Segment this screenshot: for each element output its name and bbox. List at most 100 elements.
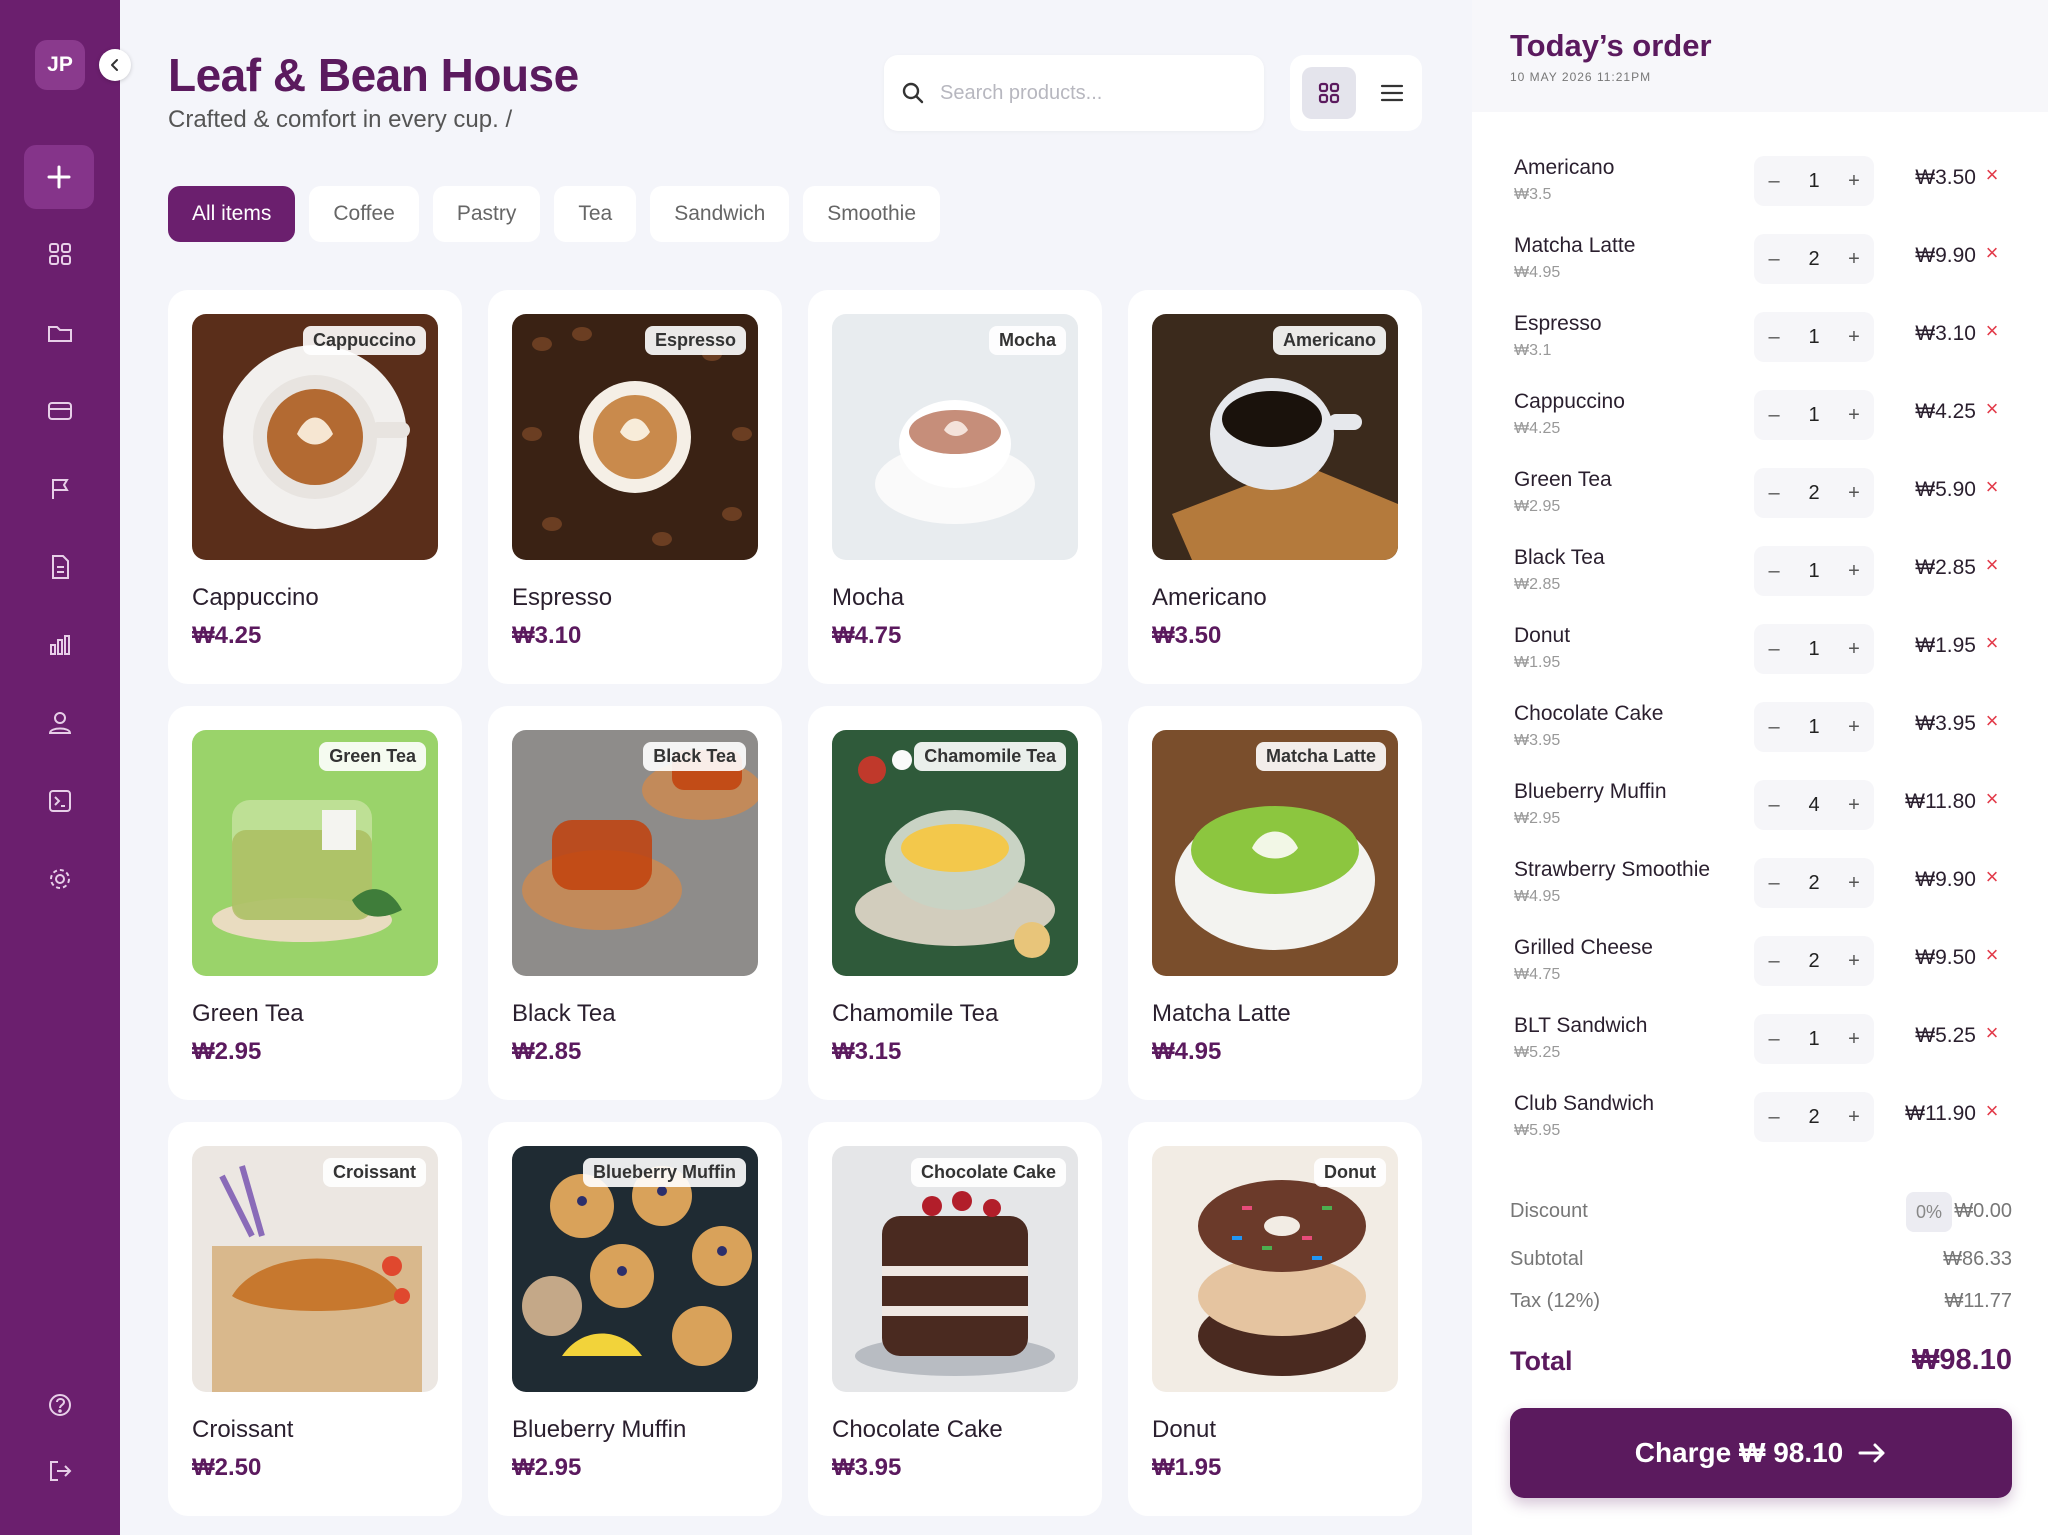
product-card[interactable]: Green Tea Green Tea ₩2.95: [168, 706, 462, 1100]
search-box[interactable]: [884, 55, 1264, 131]
nav-dashboard[interactable]: [40, 234, 80, 274]
order-item-total: ₩1.95: [1915, 634, 1976, 657]
decrease-quantity-button[interactable]: –: [1754, 1092, 1794, 1142]
product-name: Matcha Latte: [1152, 1000, 1291, 1027]
quantity-value: 4: [1808, 793, 1820, 816]
order-item-total: ₩4.25: [1915, 400, 1976, 423]
nav-help[interactable]: [40, 1385, 80, 1425]
remove-item-icon[interactable]: ×: [1980, 474, 2004, 500]
order-item-total: ₩3.50: [1915, 166, 1976, 189]
increase-quantity-button[interactable]: +: [1834, 858, 1874, 908]
tab-sandwich[interactable]: Sandwich: [650, 186, 790, 242]
product-name: Cappuccino: [192, 584, 319, 611]
product-card[interactable]: Donut Donut ₩1.95: [1128, 1122, 1422, 1516]
product-card[interactable]: Chamomile Tea Chamomile Tea ₩3.15: [808, 706, 1102, 1100]
increase-quantity-button[interactable]: +: [1834, 312, 1874, 362]
nav-reports[interactable]: [40, 469, 80, 509]
grid-icon: [49, 243, 71, 265]
nav-logout[interactable]: [40, 1451, 80, 1491]
nav-folders[interactable]: [40, 313, 80, 353]
remove-item-icon[interactable]: ×: [1980, 1098, 2004, 1124]
collapse-sidebar-button[interactable]: [99, 49, 131, 81]
quantity-value: 2: [1808, 247, 1820, 270]
decrease-quantity-button[interactable]: –: [1754, 390, 1794, 440]
remove-item-icon[interactable]: ×: [1980, 630, 2004, 656]
increase-quantity-button[interactable]: +: [1834, 468, 1874, 518]
increase-quantity-button[interactable]: +: [1834, 156, 1874, 206]
tab-coffee[interactable]: Coffee: [309, 186, 419, 242]
decrease-quantity-button[interactable]: –: [1754, 1014, 1794, 1064]
increase-quantity-button[interactable]: +: [1834, 234, 1874, 284]
nav-payments[interactable]: [40, 391, 80, 431]
decrease-quantity-button[interactable]: –: [1754, 936, 1794, 986]
decrease-quantity-button[interactable]: –: [1754, 702, 1794, 752]
decrease-quantity-button[interactable]: –: [1754, 624, 1794, 674]
increase-quantity-button[interactable]: +: [1834, 702, 1874, 752]
tab-all-items[interactable]: All items: [168, 186, 296, 242]
product-grid: Cappuccino Cappuccino ₩4.25 Espresso Espress…: [168, 290, 1424, 1516]
increase-quantity-button[interactable]: +: [1834, 1092, 1874, 1142]
increase-quantity-button[interactable]: +: [1834, 1014, 1874, 1064]
order-item-row: Strawberry Smoothie ₩4.95 –2 + ₩9.90 ×: [1514, 852, 2014, 930]
decrease-quantity-button[interactable]: –: [1754, 312, 1794, 362]
product-name: Mocha: [832, 584, 905, 611]
product-card[interactable]: Matcha Latte Matcha Latte ₩4.95: [1128, 706, 1422, 1100]
increase-quantity-button[interactable]: +: [1834, 780, 1874, 830]
order-item-row: Club Sandwich ₩5.95 –2 + ₩11.90 ×: [1514, 1086, 2014, 1164]
nav-documents[interactable]: [40, 547, 80, 587]
remove-item-icon[interactable]: ×: [1980, 552, 2004, 578]
remove-item-icon[interactable]: ×: [1980, 396, 2004, 422]
charge-button[interactable]: Charge ₩ 98.10: [1510, 1408, 2012, 1498]
product-card[interactable]: Blueberry Muffin Blueberry Muffin ₩2.95: [488, 1122, 782, 1516]
quantity-value: 2: [1808, 949, 1820, 972]
category-tabs: All items Coffee Pastry Tea Sandwich Smoothie: [168, 186, 941, 242]
remove-item-icon[interactable]: ×: [1980, 240, 2004, 266]
product-badge: Chocolate Cake: [910, 1158, 1066, 1187]
remove-item-icon[interactable]: ×: [1980, 786, 2004, 812]
decrease-quantity-button[interactable]: –: [1754, 234, 1794, 284]
decrease-quantity-button[interactable]: –: [1754, 468, 1794, 518]
page-subtitle: Crafted & comfort in every cup. /: [168, 106, 513, 133]
product-card[interactable]: Croissant Croissant ₩2.50: [168, 1122, 462, 1516]
remove-item-icon[interactable]: ×: [1980, 708, 2004, 734]
search-input[interactable]: [940, 81, 1240, 105]
nav-terminal[interactable]: [40, 781, 80, 821]
avatar[interactable]: JP: [35, 40, 85, 90]
quantity-stepper: –2 +: [1754, 1092, 1874, 1142]
product-card[interactable]: Americano Americano ₩3.50: [1128, 290, 1422, 684]
tab-smoothie[interactable]: Smoothie: [803, 186, 941, 242]
nav-customers[interactable]: [40, 703, 80, 743]
product-card[interactable]: Mocha Mocha ₩4.75: [808, 290, 1102, 684]
quantity-stepper: –4 +: [1754, 780, 1874, 830]
increase-quantity-button[interactable]: +: [1834, 624, 1874, 674]
subtotal-label: Subtotal: [1510, 1248, 1584, 1270]
product-name: Chocolate Cake: [832, 1416, 1003, 1443]
remove-item-icon[interactable]: ×: [1980, 318, 2004, 344]
decrease-quantity-button[interactable]: –: [1754, 156, 1794, 206]
list-view-button[interactable]: [1366, 67, 1418, 119]
remove-item-icon[interactable]: ×: [1980, 1020, 2004, 1046]
nav-analytics[interactable]: [40, 625, 80, 665]
discount-percent[interactable]: 0%: [1906, 1192, 1952, 1232]
increase-quantity-button[interactable]: +: [1834, 546, 1874, 596]
product-card[interactable]: Black Tea Black Tea ₩2.85: [488, 706, 782, 1100]
grid-view-button[interactable]: [1302, 67, 1356, 119]
discount-label: Discount: [1510, 1200, 1588, 1222]
decrease-quantity-button[interactable]: –: [1754, 858, 1794, 908]
product-card[interactable]: Cappuccino Cappuccino ₩4.25: [168, 290, 462, 684]
decrease-quantity-button[interactable]: –: [1754, 780, 1794, 830]
add-button[interactable]: [24, 145, 94, 209]
remove-item-icon[interactable]: ×: [1980, 162, 2004, 188]
product-card[interactable]: Espresso Espresso ₩3.10: [488, 290, 782, 684]
tab-tea[interactable]: Tea: [554, 186, 637, 242]
remove-item-icon[interactable]: ×: [1980, 864, 2004, 890]
product-image: Cappuccino: [192, 314, 438, 560]
remove-item-icon[interactable]: ×: [1980, 942, 2004, 968]
increase-quantity-button[interactable]: +: [1834, 390, 1874, 440]
product-card[interactable]: Chocolate Cake Chocolate Cake ₩3.95: [808, 1122, 1102, 1516]
increase-quantity-button[interactable]: +: [1834, 936, 1874, 986]
product-price: ₩2.95: [512, 1454, 582, 1481]
decrease-quantity-button[interactable]: –: [1754, 546, 1794, 596]
tab-pastry[interactable]: Pastry: [432, 186, 541, 242]
nav-settings[interactable]: [40, 859, 80, 899]
